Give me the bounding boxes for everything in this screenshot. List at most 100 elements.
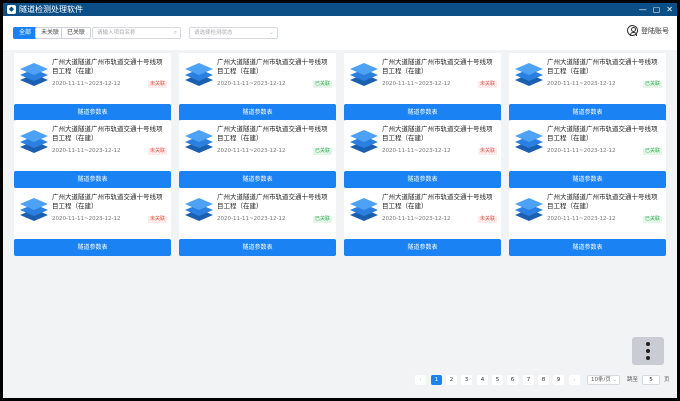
tunnel-params-button[interactable]: 隧道参数表 bbox=[509, 239, 666, 256]
status-badge: 已关联 bbox=[642, 81, 662, 88]
project-card[interactable]: 广州大道隧道广州市轨道交通十号线项目工程（在建） 2020-11-11~2023-… bbox=[344, 120, 501, 188]
stack-layers-icon bbox=[515, 130, 543, 153]
stack-layers-icon bbox=[185, 198, 213, 221]
pagination: ‹ 1 2 3 4 5 6 7 8 9 › 10条/页 ⌄ 跳至 5 页 bbox=[415, 375, 670, 385]
project-title: 广州大道隧道广州市轨道交通十号线项目工程（在建） bbox=[382, 125, 493, 142]
stack-layers-icon bbox=[20, 198, 48, 221]
page-size-select[interactable]: 10条/页 ⌄ bbox=[587, 375, 620, 385]
login-account-button[interactable]: 登陆账号 bbox=[627, 25, 669, 36]
project-date-range: 2020-11-11~2023-12-12 bbox=[382, 81, 451, 87]
project-title: 广州大道隧道广州市轨道交通十号线项目工程（在建） bbox=[217, 193, 328, 210]
page-button-6[interactable]: 6 bbox=[507, 375, 518, 385]
project-title: 广州大道隧道广州市轨道交通十号线项目工程（在建） bbox=[382, 193, 493, 210]
prev-page-button[interactable]: ‹ bbox=[415, 375, 426, 385]
stack-layers-icon bbox=[20, 63, 48, 86]
page-button-2[interactable]: 2 bbox=[446, 375, 457, 385]
tunnel-params-button[interactable]: 隧道参数表 bbox=[14, 239, 171, 256]
page-button-4[interactable]: 4 bbox=[477, 375, 488, 385]
status-badge: 未关联 bbox=[477, 148, 497, 155]
status-badge: 已关联 bbox=[312, 216, 332, 223]
project-date-range: 2020-11-11~2023-12-12 bbox=[52, 216, 121, 222]
goto-suffix: 页 bbox=[664, 377, 670, 383]
filter-toolbar: 全部 未关联 已关联 请输入项目名称 ⌕ 请选择检测状态 ⌄ 登陆账号 bbox=[3, 16, 677, 50]
filter-all-button[interactable]: 全部 bbox=[13, 27, 38, 39]
project-card[interactable]: 广州大道隧道广州市轨道交通十号线项目工程（在建） 2020-11-11~2023-… bbox=[14, 53, 171, 121]
project-date-range: 2020-11-11~2023-12-12 bbox=[52, 81, 121, 87]
tunnel-params-button[interactable]: 隧道参数表 bbox=[509, 171, 666, 188]
project-date-range: 2020-11-11~2023-12-12 bbox=[382, 216, 451, 222]
project-card[interactable]: 广州大道隧道广州市轨道交通十号线项目工程（在建） 2020-11-11~2023-… bbox=[344, 53, 501, 121]
title-bar: ◆ 隧道检测处理软件 — ▢ ✕ bbox=[3, 3, 677, 16]
project-date-range: 2020-11-11~2023-12-12 bbox=[217, 81, 286, 87]
stack-layers-icon bbox=[350, 63, 378, 86]
page-button-3[interactable]: 3 bbox=[461, 375, 472, 385]
status-badge: 未关联 bbox=[147, 216, 167, 223]
next-page-button[interactable]: › bbox=[569, 375, 580, 385]
project-date-range: 2020-11-11~2023-12-12 bbox=[382, 148, 451, 154]
app-logo-icon: ◆ bbox=[7, 5, 16, 14]
chevron-down-icon: ⌄ bbox=[268, 29, 274, 36]
status-badge: 未关联 bbox=[147, 148, 167, 155]
project-search-input[interactable]: 请输入项目名称 ⌕ bbox=[92, 27, 181, 39]
tunnel-params-button[interactable]: 隧道参数表 bbox=[14, 104, 171, 121]
login-label: 登陆账号 bbox=[641, 26, 669, 35]
app-window: ◆ 隧道检测处理软件 — ▢ ✕ 全部 未关联 已关联 请输入项目名称 ⌕ 请选… bbox=[3, 3, 677, 398]
project-card[interactable]: 广州大道隧道广州市轨道交通十号线项目工程（在建） 2020-11-11~2023-… bbox=[179, 120, 336, 188]
status-badge: 已关联 bbox=[642, 148, 662, 155]
stack-layers-icon bbox=[350, 130, 378, 153]
tunnel-params-button[interactable]: 隧道参数表 bbox=[14, 171, 171, 188]
window-controls: — ▢ ✕ bbox=[639, 3, 673, 16]
project-card[interactable]: 广州大道隧道广州市轨道交通十号线项目工程（在建） 2020-11-11~2023-… bbox=[14, 120, 171, 188]
project-date-range: 2020-11-11~2023-12-12 bbox=[52, 148, 121, 154]
goto-page-input[interactable]: 5 bbox=[642, 375, 660, 385]
status-badge: 已关联 bbox=[312, 148, 332, 155]
tunnel-params-button[interactable]: 隧道参数表 bbox=[344, 239, 501, 256]
project-card[interactable]: 广州大道隧道广州市轨道交通十号线项目工程（在建） 2020-11-11~2023-… bbox=[179, 188, 336, 256]
project-title: 广州大道隧道广州市轨道交通十号线项目工程（在建） bbox=[547, 193, 658, 210]
stack-layers-icon bbox=[350, 198, 378, 221]
stack-layers-icon bbox=[515, 63, 543, 86]
project-title: 广州大道隧道广州市轨道交通十号线项目工程（在建） bbox=[217, 58, 328, 75]
project-card[interactable]: 广州大道隧道广州市轨道交通十号线项目工程（在建） 2020-11-11~2023-… bbox=[179, 53, 336, 121]
project-date-range: 2020-11-11~2023-12-12 bbox=[217, 216, 286, 222]
page-button-9[interactable]: 9 bbox=[553, 375, 564, 385]
status-badge: 已关联 bbox=[312, 81, 332, 88]
project-date-range: 2020-11-11~2023-12-12 bbox=[217, 148, 286, 154]
goto-prefix: 跳至 bbox=[627, 377, 639, 383]
project-title: 广州大道隧道广州市轨道交通十号线项目工程（在建） bbox=[52, 58, 163, 75]
more-vertical-icon[interactable] bbox=[632, 337, 664, 365]
page-button-7[interactable]: 7 bbox=[523, 375, 534, 385]
project-date-range: 2020-11-11~2023-12-12 bbox=[547, 216, 616, 222]
status-badge: 未关联 bbox=[477, 216, 497, 223]
stack-layers-icon bbox=[185, 63, 213, 86]
page-button-1[interactable]: 1 bbox=[431, 375, 442, 385]
project-title: 广州大道隧道广州市轨道交通十号线项目工程（在建） bbox=[547, 125, 658, 142]
page-button-5[interactable]: 5 bbox=[492, 375, 503, 385]
status-badge: 未关联 bbox=[477, 81, 497, 88]
tunnel-params-button[interactable]: 隧道参数表 bbox=[179, 239, 336, 256]
tunnel-params-button[interactable]: 隧道参数表 bbox=[344, 104, 501, 121]
search-icon[interactable]: ⌕ bbox=[174, 28, 177, 38]
project-card[interactable]: 广州大道隧道广州市轨道交通十号线项目工程（在建） 2020-11-11~2023-… bbox=[509, 188, 666, 256]
user-circle-icon bbox=[627, 25, 638, 36]
status-select[interactable]: 请选择检测状态 ⌄ bbox=[189, 27, 278, 39]
project-card[interactable]: 广州大道隧道广州市轨道交通十号线项目工程（在建） 2020-11-11~2023-… bbox=[509, 53, 666, 121]
tunnel-params-button[interactable]: 隧道参数表 bbox=[179, 104, 336, 121]
tunnel-params-button[interactable]: 隧道参数表 bbox=[509, 104, 666, 121]
project-title: 广州大道隧道广州市轨道交通十号线项目工程（在建） bbox=[547, 58, 658, 75]
project-card[interactable]: 广州大道隧道广州市轨道交通十号线项目工程（在建） 2020-11-11~2023-… bbox=[14, 188, 171, 256]
page-button-8[interactable]: 8 bbox=[538, 375, 549, 385]
project-title: 广州大道隧道广州市轨道交通十号线项目工程（在建） bbox=[217, 125, 328, 142]
project-title: 广州大道隧道广州市轨道交通十号线项目工程（在建） bbox=[52, 193, 163, 210]
minimize-icon[interactable]: — bbox=[639, 3, 647, 16]
status-badge: 已关联 bbox=[642, 216, 662, 223]
tunnel-params-button[interactable]: 隧道参数表 bbox=[344, 171, 501, 188]
project-card[interactable]: 广州大道隧道广州市轨道交通十号线项目工程（在建） 2020-11-11~2023-… bbox=[344, 188, 501, 256]
close-icon[interactable]: ✕ bbox=[666, 3, 673, 16]
filter-linked-button[interactable]: 已关联 bbox=[61, 27, 92, 39]
maximize-icon[interactable]: ▢ bbox=[653, 3, 661, 16]
stack-layers-icon bbox=[185, 130, 213, 153]
stack-layers-icon bbox=[515, 198, 543, 221]
project-card[interactable]: 广州大道隧道广州市轨道交通十号线项目工程（在建） 2020-11-11~2023-… bbox=[509, 120, 666, 188]
tunnel-params-button[interactable]: 隧道参数表 bbox=[179, 171, 336, 188]
